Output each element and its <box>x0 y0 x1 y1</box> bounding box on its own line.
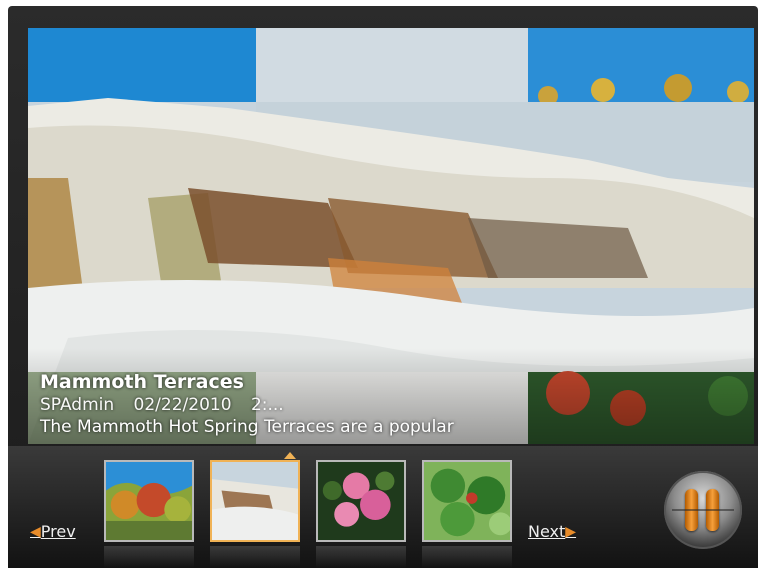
slide-image-area[interactable]: Mammoth Terraces SPAdmin 02/22/2010 2:..… <box>28 28 754 444</box>
slide-description: The Mammoth Hot Spring Terraces are a po… <box>40 417 454 437</box>
slide-date: 02/22/2010 <box>133 395 232 415</box>
slide-caption: Mammoth Terraces SPAdmin 02/22/2010 2:..… <box>40 370 744 438</box>
thumbnail-reflection <box>104 546 194 568</box>
thumbnail-image <box>106 462 192 540</box>
next-label: Next <box>528 522 566 541</box>
triangle-right-icon: ▶ <box>565 523 577 540</box>
thumbnail-pink-flowers[interactable] <box>316 460 406 542</box>
slide-author: SPAdmin <box>40 395 115 415</box>
thumbnail-reflection <box>210 546 300 568</box>
pause-divider-line <box>672 509 734 511</box>
thumbnail-reflection <box>422 546 512 568</box>
slide-title: Mammoth Terraces <box>40 371 244 393</box>
thumbnail-mammoth-terraces[interactable] <box>210 460 300 542</box>
slide-meta: SPAdmin 02/22/2010 2:... <box>40 394 744 416</box>
pause-button[interactable] <box>664 471 742 549</box>
triangle-left-icon: ◀ <box>30 523 41 540</box>
active-thumbnail-marker <box>284 452 296 459</box>
thumbnail-image <box>318 462 404 540</box>
thumbnail-autumn-trees[interactable] <box>104 460 194 542</box>
prev-label: Prev <box>40 522 76 541</box>
slide-time: 2:... <box>250 395 284 415</box>
thumbnail-green-leaves[interactable] <box>422 460 512 542</box>
thumbnail-reflection <box>316 546 406 568</box>
next-button[interactable]: Next ▶ <box>528 522 576 541</box>
thumbnail-image <box>424 462 510 540</box>
thumbnail-image <box>212 462 298 540</box>
prev-button[interactable]: ◀ Prev <box>30 522 76 541</box>
